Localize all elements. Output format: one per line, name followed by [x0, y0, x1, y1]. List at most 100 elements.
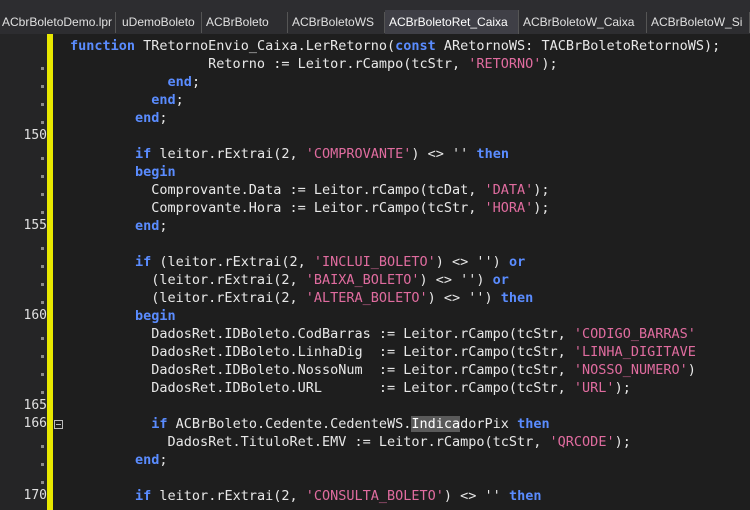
- line-number-gutter: 150 155 160 165 166 170: [0, 34, 47, 510]
- code-token: ;: [159, 452, 168, 468]
- code-token: ACBrBoleto.Cedente.CedenteWS.: [175, 416, 412, 432]
- code-line: DadosRet.IDBoleto.NossoNum := Leitor.rCa…: [70, 361, 696, 379]
- string-token: 'COMPROVANTE': [305, 146, 412, 162]
- line-dot-marker: [41, 445, 44, 448]
- code-token: ) <> ''): [435, 254, 509, 270]
- string-token: 'URL': [573, 380, 615, 396]
- tab-udemoboleto[interactable]: uDemoBoleto: [118, 12, 202, 33]
- code-token: Comprovante.Hora := Leitor.rCampo(tcStr,: [70, 200, 485, 216]
- window-top-strip: [0, 0, 750, 10]
- code-editor[interactable]: 150 155 160 165 166 170 function TRetornoEnvi…: [0, 34, 750, 510]
- keyword-token: if: [151, 416, 176, 432]
- code-line: DadosRet.IDBoleto.URL := Leitor.rCampo(t…: [70, 379, 631, 397]
- line-dot-marker: [41, 301, 44, 304]
- code-token: (leitor.rExtrai(2,: [159, 254, 314, 270]
- line-dot-marker: [41, 157, 44, 160]
- code-token: ) <> '': [443, 488, 509, 504]
- keyword-token: then: [508, 488, 542, 504]
- keyword-token: end: [135, 452, 160, 468]
- line-dot-marker: [41, 337, 44, 340]
- code-token: ;: [191, 74, 201, 90]
- code-line: if (leitor.rExtrai(2, 'INCLUI_BOLETO') <…: [70, 253, 525, 271]
- code-token: DadosRet.IDBoleto.URL := Leitor.rCampo(t…: [70, 380, 574, 396]
- code-token: );: [614, 380, 631, 396]
- tab-acbrboletoret-caixa[interactable]: ACBrBoletoRet_Caixa: [385, 10, 519, 34]
- line-dot-marker: [41, 103, 44, 106]
- keyword-token: function: [70, 38, 144, 54]
- line-dot-marker: [41, 175, 44, 178]
- modified-lines-marker: [47, 34, 53, 510]
- string-token: 'HORA': [484, 200, 534, 216]
- string-token: 'NOSSO_NUMERO': [573, 362, 688, 378]
- code-token: DadosRet.TituloRet.EMV := Leitor.rCampo(…: [70, 434, 550, 450]
- code-token: (leitor.rExtrai(2,: [70, 290, 306, 306]
- keyword-token: end: [135, 110, 160, 126]
- line-dot-marker: [41, 373, 44, 376]
- keyword-token: or: [508, 254, 526, 270]
- line-dot-marker: [41, 211, 44, 214]
- keyword-token: end: [135, 218, 160, 234]
- tab-acbrboletow-si[interactable]: ACBrBoletoW_Si: [647, 12, 750, 33]
- code-token: ) <> ''): [419, 272, 493, 288]
- code-token: );: [533, 182, 550, 198]
- tab-acbrboleto[interactable]: ACBrBoleto: [202, 12, 288, 33]
- line-dot-marker: [41, 265, 44, 268]
- code-line: Retorno := Leitor.rCampo(tcStr, 'RETORNO…: [70, 55, 558, 73]
- keyword-token: or: [492, 272, 509, 288]
- code-line: (leitor.rExtrai(2, 'ALTERA_BOLETO') <> '…: [70, 289, 533, 307]
- code-token: );: [541, 56, 558, 72]
- tab-acbrboletodemo-lpr[interactable]: ACbrBoletoDemo.lpr: [0, 12, 116, 33]
- keyword-token: if: [135, 254, 160, 270]
- code-line: if leitor.rExtrai(2, 'CONSULTA_BOLETO') …: [70, 487, 541, 505]
- line-number: 166: [23, 416, 47, 431]
- code-line: end;: [70, 217, 168, 235]
- code-token: dorPix: [460, 416, 518, 432]
- selected-text: Indica: [411, 416, 461, 432]
- line-dot-marker: [41, 121, 44, 124]
- tab-acbrboletow-caixa[interactable]: ACBrBoletoW_Caixa: [519, 12, 647, 33]
- tab-acbrboletows[interactable]: ACBrBoletoWS: [288, 12, 385, 33]
- code-token: ) <> '': [411, 146, 477, 162]
- fold-toggle-icon[interactable]: [54, 420, 63, 429]
- line-dot-marker: [41, 355, 44, 358]
- keyword-token: then: [476, 146, 509, 162]
- keyword-token: then: [500, 290, 534, 306]
- code-line: Comprovante.Hora := Leitor.rCampo(tcStr,…: [70, 199, 550, 217]
- line-dot-marker: [41, 247, 44, 250]
- code-token: TRetornoEnvio_Caixa.LerRetorno(: [143, 38, 396, 54]
- code-line: function TRetornoEnvio_Caixa.LerRetorno(…: [70, 37, 720, 55]
- string-token: 'INCLUI_BOLETO': [313, 254, 436, 270]
- line-number: 155: [23, 218, 47, 233]
- code-line: end;: [70, 109, 168, 127]
- line-dot-marker: [41, 391, 44, 394]
- code-token: );: [533, 200, 550, 216]
- line-dot-marker: [41, 481, 44, 484]
- code-token: ): [687, 362, 696, 378]
- string-token: 'QRCODE': [549, 434, 615, 450]
- line-dot-marker: [41, 283, 44, 286]
- line-dot-marker: [41, 85, 44, 88]
- keyword-token: if: [135, 146, 160, 162]
- keyword-token: if: [135, 488, 160, 504]
- keyword-token: end: [167, 74, 192, 90]
- string-token: 'CONSULTA_BOLETO': [305, 488, 444, 504]
- code-token: ARetornoWS: TACBrBoletoRetornoWS);: [443, 38, 721, 54]
- code-line: DadosRet.TituloRet.EMV := Leitor.rCampo(…: [70, 433, 631, 451]
- code-token: ) <> ''): [427, 290, 501, 306]
- code-token: ;: [159, 218, 168, 234]
- line-number: 150: [23, 128, 47, 143]
- string-token: 'DATA': [484, 182, 534, 198]
- code-line: DadosRet.IDBoleto.LinhaDig := Leitor.rCa…: [70, 343, 696, 361]
- string-token: 'ALTERA_BOLETO': [305, 290, 428, 306]
- string-token: 'CODIGO_BARRAS': [573, 326, 696, 342]
- code-area[interactable]: function TRetornoEnvio_Caixa.LerRetorno(…: [70, 34, 750, 510]
- code-line: begin: [70, 307, 176, 325]
